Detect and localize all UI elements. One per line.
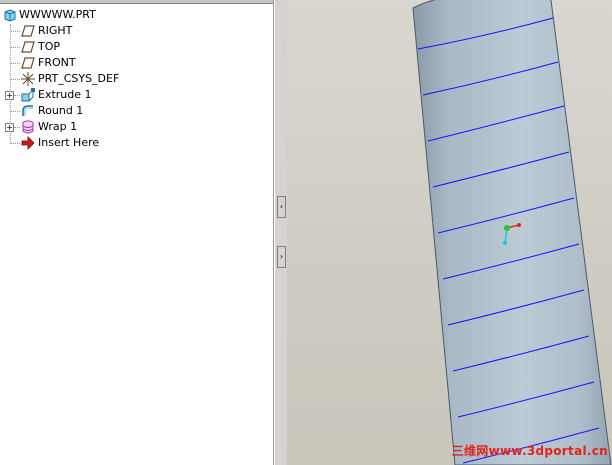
tree-branch-line — [11, 31, 20, 32]
tree-root-part[interactable]: WWWWW.PRT — [0, 7, 273, 23]
tree-root-label: WWWWW.PRT — [19, 8, 96, 21]
tree-item-csys[interactable]: PRT_CSYS_DEF — [0, 71, 273, 87]
model-tree-panel: WWWWW.PRT RIGHT TOP FRONT PRT_CSYS_DEF +… — [0, 0, 274, 465]
extrude-icon — [20, 87, 36, 103]
tree-branch-line — [11, 79, 20, 80]
tree-branch-line — [11, 63, 20, 64]
wrap-icon — [20, 119, 36, 135]
site-watermark: 三维网www.3dportal.cn — [451, 444, 608, 458]
model-render — [412, 0, 612, 465]
tree-item-extrude[interactable]: + Extrude 1 — [0, 87, 273, 103]
tree-item-round[interactable]: Round 1 — [0, 103, 273, 119]
datum-plane-icon — [20, 39, 36, 55]
tree-item-right[interactable]: RIGHT — [0, 23, 273, 39]
datum-plane-icon — [20, 23, 36, 39]
tree-item-label: Insert Here — [38, 136, 100, 149]
expand-toggle[interactable]: + — [5, 91, 14, 100]
insert-arrow-icon — [20, 135, 36, 151]
tree-item-label: PRT_CSYS_DEF — [38, 72, 120, 85]
cylinder-body — [412, 0, 612, 465]
tree-item-label: FRONT — [38, 56, 76, 69]
coordinate-system-icon — [20, 71, 36, 87]
round-icon — [20, 103, 36, 119]
tree-branch-line — [11, 143, 20, 144]
pane-splitter[interactable]: ‹ › — [274, 0, 288, 465]
tree-item-wrap[interactable]: + Wrap 1 — [0, 119, 273, 135]
tree-item-front[interactable]: FRONT — [0, 55, 273, 71]
expand-toggle[interactable]: + — [5, 123, 14, 132]
tree-item-label: TOP — [38, 40, 61, 53]
tree-item-label: Round 1 — [38, 104, 84, 117]
tree-item-label: Extrude 1 — [38, 88, 92, 101]
datum-plane-icon — [20, 55, 36, 71]
tree-item-insert-here[interactable]: Insert Here — [0, 135, 273, 151]
expand-panel-button[interactable]: › — [277, 246, 286, 268]
part-icon — [2, 7, 18, 23]
tree-item-label: Wrap 1 — [38, 120, 78, 133]
tree-item-top[interactable]: TOP — [0, 39, 273, 55]
panel-top-border — [0, 0, 273, 4]
tree-item-label: RIGHT — [38, 24, 73, 37]
tree-branch-line — [11, 111, 20, 112]
graphics-viewport[interactable]: 三维网www.3dportal.cn — [287, 0, 612, 465]
collapse-panel-button[interactable]: ‹ — [277, 196, 286, 218]
tree-branch-line — [11, 47, 20, 48]
